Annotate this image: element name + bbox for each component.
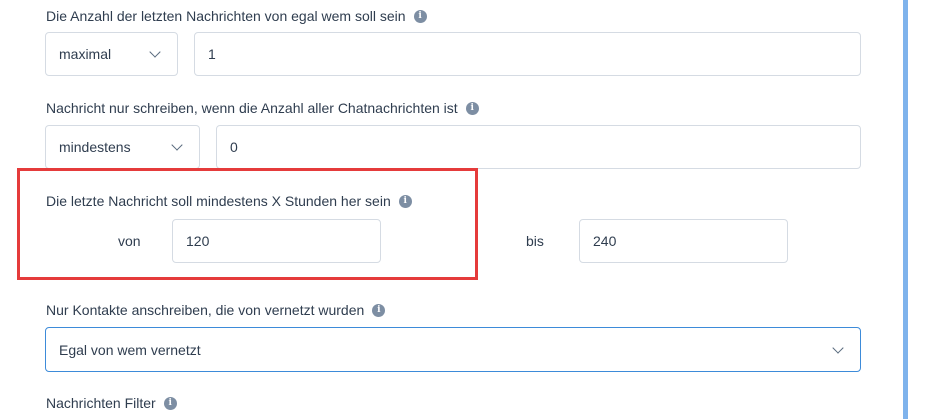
info-icon[interactable]: i [413, 9, 427, 23]
info-icon[interactable]: i [372, 303, 386, 317]
total-messages-operator-select[interactable]: mindestens [45, 125, 200, 169]
hours-to-value: 240 [593, 233, 617, 249]
message-filter-label: Nachrichten Filter [46, 395, 156, 411]
connected-by-select[interactable]: Egal von wem vernetzt [45, 327, 861, 372]
total-messages-label: Nachricht nur schreiben, wenn die Anzahl… [46, 100, 458, 116]
chevron-down-icon [832, 341, 844, 354]
info-icon[interactable]: i [465, 101, 479, 115]
max-messages-operator-value: maximal [59, 46, 112, 62]
total-messages-input[interactable]: 0 [216, 125, 861, 169]
last-message-age-label-row: Die letzte Nachricht soll mindestens X S… [46, 193, 412, 209]
total-messages-label-row: Nachricht nur schreiben, wenn die Anzahl… [46, 100, 479, 116]
info-icon[interactable]: i [163, 396, 177, 410]
message-filter-label-row: Nachrichten Filter i [46, 395, 177, 411]
settings-form: Die Anzahl der letzten Nachrichten von e… [0, 0, 925, 419]
hours-from-input[interactable]: 120 [172, 219, 381, 263]
from-label: von [118, 233, 141, 249]
total-messages-value: 0 [230, 139, 238, 155]
last-message-age-label: Die letzte Nachricht soll mindestens X S… [46, 193, 391, 209]
max-messages-label-row: Die Anzahl der letzten Nachrichten von e… [46, 8, 427, 24]
hours-from-value: 120 [186, 233, 210, 249]
connected-by-value: Egal von wem vernetzt [59, 341, 201, 358]
connected-by-label: Nur Kontakte anschreiben, die von vernet… [46, 302, 365, 318]
chevron-down-icon [171, 139, 183, 151]
connected-by-label-row: Nur Kontakte anschreiben, die von vernet… [46, 302, 386, 318]
max-messages-value: 1 [208, 46, 216, 62]
scrollbar[interactable] [903, 0, 908, 419]
max-messages-label: Die Anzahl der letzten Nachrichten von e… [46, 8, 406, 24]
max-messages-input[interactable]: 1 [194, 32, 861, 76]
max-messages-operator-select[interactable]: maximal [45, 32, 178, 76]
chevron-down-icon [149, 46, 161, 58]
info-icon[interactable]: i [398, 194, 412, 208]
to-label: bis [526, 233, 544, 249]
hours-to-input[interactable]: 240 [579, 219, 788, 263]
total-messages-operator-value: mindestens [59, 139, 131, 155]
